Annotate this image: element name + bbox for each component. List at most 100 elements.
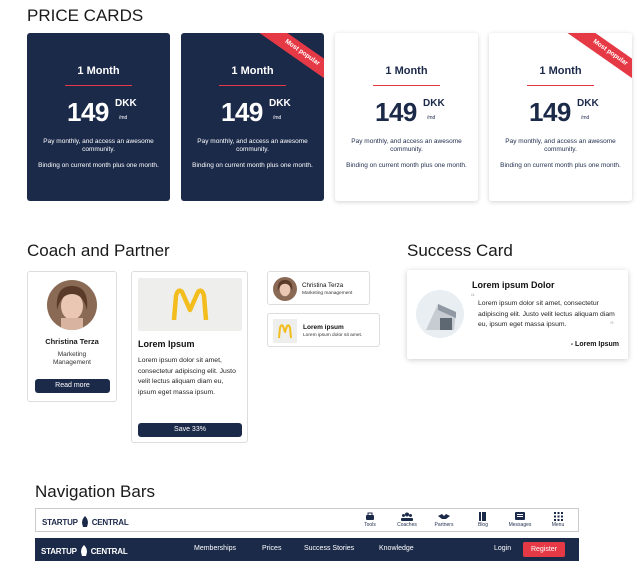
startup-central-logo[interactable]: STARTUP CENTRAL <box>41 545 128 557</box>
nav-item-blog[interactable]: Blog <box>468 512 498 528</box>
price-period: /md <box>427 115 436 121</box>
nav-bar-dark: STARTUP CENTRAL Memberships Prices Succe… <box>35 538 579 561</box>
title-underline <box>527 85 594 86</box>
price-block: 149 DKK /md <box>181 95 324 129</box>
price-currency: DKK <box>269 98 291 109</box>
success-title: Lorem ipsum Dolor <box>472 280 555 290</box>
nav-item-label: Menu <box>551 522 565 528</box>
title-underline <box>65 85 132 86</box>
success-author: - Lorem Ipsum <box>570 341 619 348</box>
blog-icon <box>479 512 486 521</box>
register-button[interactable]: Register <box>523 542 565 557</box>
startup-central-logo[interactable]: STARTUP CENTRAL <box>42 516 129 528</box>
price-amount: 149 <box>67 97 109 127</box>
mini-partner-text: Lorem ipsum dolor sit amet. <box>303 333 363 338</box>
nav-item-label: Coaches <box>397 522 417 528</box>
most-popular-ribbon: Most popular <box>258 33 324 88</box>
price-card-title: 1 Month <box>231 65 274 77</box>
menu-icon <box>553 512 563 521</box>
partners-icon <box>438 514 450 519</box>
mini-coach-avatar <box>273 277 297 301</box>
partner-text: Lorem ipsum dolor sit amet, consectetur … <box>138 357 236 396</box>
price-block: 149 DKK /md <box>489 95 632 129</box>
coach-photo-icon <box>273 277 297 301</box>
price-currency: DKK <box>423 98 445 109</box>
success-image <box>416 290 464 338</box>
partner-image <box>138 278 242 331</box>
price-amount: 149 <box>221 97 263 127</box>
success-card: Lorem ipsum Dolor “ Lorem ipsum dolor si… <box>407 270 628 359</box>
price-period: /md <box>119 115 128 121</box>
title-underline <box>373 85 440 86</box>
partner-title: Lorem Ipsum <box>138 339 195 349</box>
coach-card: Christina Terza Marketing Management Rea… <box>27 271 117 402</box>
success-quote: Lorem ipsum dolor sit amet, consectetur … <box>478 300 615 328</box>
price-currency: DKK <box>115 98 137 109</box>
price-card-title: 1 Month <box>385 65 428 77</box>
price-card[interactable]: 1 Month 149 DKK /md Pay monthly, and acc… <box>27 33 170 201</box>
save-button[interactable]: Save 33% <box>138 423 242 437</box>
mcdonalds-logo-icon <box>171 288 209 321</box>
nav-item-menu[interactable]: Menu <box>543 512 573 528</box>
price-amount: 149 <box>529 97 571 127</box>
nav-item-tools[interactable]: Tools <box>355 512 385 528</box>
nav-item-messages[interactable]: Messages <box>505 512 535 528</box>
read-more-button[interactable]: Read more <box>35 379 110 393</box>
success-card-heading: Success Card <box>407 241 513 260</box>
coach-role: Marketing Management <box>53 351 91 366</box>
login-link[interactable]: Login <box>494 545 511 552</box>
coach-partner-heading: Coach and Partner <box>27 241 170 260</box>
nav-link-knowledge[interactable]: Knowledge <box>379 545 414 552</box>
price-period: /md <box>581 115 590 121</box>
close-quote-icon: ” <box>610 320 614 332</box>
nav-item-coaches[interactable]: Coaches <box>392 512 422 528</box>
rocket-icon <box>80 545 87 556</box>
price-card[interactable]: 1 Month 149 DKK /md Pay monthly, and acc… <box>335 33 478 201</box>
price-card-description: Pay monthly, and access an awesome commu… <box>43 138 154 153</box>
most-popular-ribbon: Most popular <box>566 33 632 88</box>
price-period: /md <box>273 115 282 121</box>
rocket-icon <box>81 516 88 527</box>
price-card-title: 1 Month <box>77 65 120 77</box>
price-card-binding: Binding on current month plus one month. <box>192 162 313 169</box>
nav-item-label: Messages <box>508 522 532 528</box>
building-photo-icon <box>416 290 464 338</box>
mini-coach-card[interactable]: Christina Terza Marketing management <box>267 271 370 305</box>
mini-coach-role: Marketing management <box>302 291 353 296</box>
price-card-binding: Binding on current month plus one month. <box>346 162 467 169</box>
mini-coach-name: Christina Terza <box>302 282 344 289</box>
price-block: 149 DKK /md <box>27 95 170 129</box>
logo-text-startup: STARTUP <box>41 547 77 556</box>
price-card-description: Pay monthly, and access an awesome commu… <box>197 138 308 153</box>
open-quote-icon: “ <box>471 292 475 304</box>
logo-text-central: CENTRAL <box>91 518 129 527</box>
logo-text-startup: STARTUP <box>42 518 78 527</box>
coach-name: Christina Terza <box>45 337 99 346</box>
navigation-bars-heading: Navigation Bars <box>35 482 156 501</box>
nav-item-label: Tools <box>364 522 376 528</box>
nav-bar-light: STARTUP CENTRAL Tools Coaches Partners B… <box>35 508 579 532</box>
price-card-description: Pay monthly, and access an awesome commu… <box>351 138 462 153</box>
nav-link-prices[interactable]: Prices <box>262 545 281 552</box>
mini-partner-card[interactable]: Lorem ipsum Lorem ipsum dolor sit amet. <box>267 313 380 347</box>
mcdonalds-logo-icon <box>278 324 292 339</box>
coaches-icon <box>401 512 413 521</box>
nav-item-label: Partners <box>434 522 454 528</box>
price-amount: 149 <box>375 97 417 127</box>
tools-icon <box>366 512 374 520</box>
nav-item-partners[interactable]: Partners <box>429 512 459 528</box>
price-card-description: Pay monthly, and access an awesome commu… <box>505 138 616 153</box>
nav-link-memberships[interactable]: Memberships <box>194 545 236 552</box>
mini-partner-image <box>273 319 297 343</box>
messages-icon <box>515 512 525 520</box>
logo-text-central: CENTRAL <box>90 547 128 556</box>
price-card[interactable]: Most popular 1 Month 149 DKK /md Pay mon… <box>489 33 632 201</box>
partner-card: Lorem Ipsum Lorem ipsum dolor sit amet, … <box>131 271 248 443</box>
title-underline <box>219 85 286 86</box>
price-card-binding: Binding on current month plus one month. <box>38 162 159 169</box>
price-card[interactable]: Most popular 1 Month 149 DKK /md Pay mon… <box>181 33 324 201</box>
price-cards-heading: PRICE CARDS <box>27 6 144 25</box>
nav-link-success-stories[interactable]: Success Stories <box>304 545 354 552</box>
price-card-binding: Binding on current month plus one month. <box>500 162 621 169</box>
nav-item-label: Blog <box>477 522 488 528</box>
